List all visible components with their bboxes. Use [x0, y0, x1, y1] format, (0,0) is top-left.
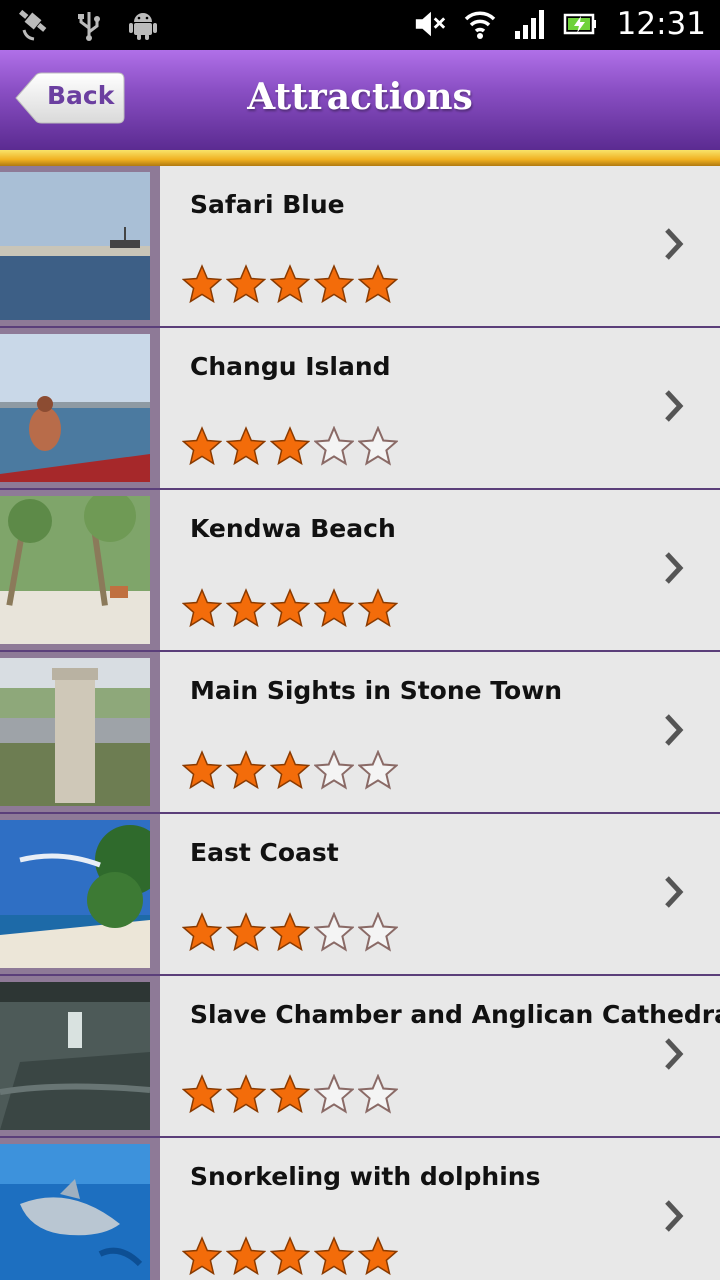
star-filled-icon: [182, 1236, 222, 1276]
list-item[interactable]: Main Sights in Stone Town: [0, 652, 720, 814]
list-item[interactable]: Kendwa Beach: [0, 490, 720, 652]
list-item[interactable]: Changu Island: [0, 328, 720, 490]
list-item[interactable]: East Coast: [0, 814, 720, 976]
star-filled-icon: [314, 1236, 354, 1276]
star-filled-icon: [314, 588, 354, 628]
usb-icon: [72, 8, 106, 42]
star-filled-icon: [270, 1074, 310, 1114]
attraction-name: Main Sights in Stone Town: [190, 676, 563, 705]
attraction-thumbnail: [0, 1144, 150, 1280]
star-filled-icon: [182, 588, 222, 628]
attraction-thumbnail: [0, 496, 150, 644]
star-filled-icon: [182, 750, 222, 790]
thumbnail-frame: [0, 166, 160, 328]
chevron-right-icon: [665, 552, 684, 584]
mute-icon: [413, 7, 447, 41]
star-filled-icon: [226, 588, 266, 628]
chevron-right-icon: [665, 390, 684, 422]
gps-icon: [18, 8, 52, 42]
star-filled-icon: [358, 264, 398, 304]
star-filled-icon: [226, 264, 266, 304]
star-empty-icon: [314, 912, 354, 952]
star-filled-icon: [182, 1074, 222, 1114]
attraction-thumbnail: [0, 658, 150, 806]
star-empty-icon: [358, 1074, 398, 1114]
star-filled-icon: [226, 426, 266, 466]
star-filled-icon: [226, 1236, 266, 1276]
attraction-thumbnail: [0, 172, 150, 320]
star-filled-icon: [226, 750, 266, 790]
star-filled-icon: [358, 588, 398, 628]
star-filled-icon: [270, 1236, 310, 1276]
thumbnail-frame: [0, 490, 160, 652]
rating-stars: [182, 912, 398, 952]
star-filled-icon: [182, 912, 222, 952]
star-filled-icon: [182, 264, 222, 304]
chevron-right-icon: [665, 228, 684, 260]
attraction-name: Slave Chamber and Anglican Cathedral: [190, 1000, 720, 1029]
attraction-thumbnail: [0, 334, 150, 482]
battery-charging-icon: [563, 7, 597, 41]
rating-stars: [182, 750, 398, 790]
list-item[interactable]: Slave Chamber and Anglican Cathedral: [0, 976, 720, 1138]
star-filled-icon: [270, 750, 310, 790]
rating-stars: [182, 1074, 398, 1114]
star-empty-icon: [314, 1074, 354, 1114]
header-accent-strip: [0, 150, 720, 166]
list-item[interactable]: Safari Blue: [0, 166, 720, 328]
rating-stars: [182, 1236, 398, 1276]
rating-stars: [182, 264, 398, 304]
page-title: Attractions: [247, 76, 473, 118]
thumbnail-frame: [0, 814, 160, 976]
attraction-name: Safari Blue: [190, 190, 345, 219]
chevron-right-icon: [665, 876, 684, 908]
star-empty-icon: [358, 750, 398, 790]
attraction-thumbnail: [0, 982, 150, 1130]
thumbnail-frame: [0, 1138, 160, 1280]
list-item[interactable]: Snorkeling with dolphins: [0, 1138, 720, 1280]
thumbnail-frame: [0, 328, 160, 490]
wifi-icon: [463, 7, 497, 41]
attraction-name: Snorkeling with dolphins: [190, 1162, 541, 1191]
rating-stars: [182, 426, 398, 466]
status-bar: 12:31: [0, 0, 720, 50]
star-filled-icon: [270, 264, 310, 304]
star-filled-icon: [182, 426, 222, 466]
android-icon: [126, 8, 160, 42]
attractions-list: Safari Blue Changu Island Kendwa Beach M…: [0, 166, 720, 1280]
attraction-name: East Coast: [190, 838, 339, 867]
star-filled-icon: [270, 588, 310, 628]
rating-stars: [182, 588, 398, 628]
star-empty-icon: [314, 750, 354, 790]
chevron-right-icon: [665, 1038, 684, 1070]
star-filled-icon: [226, 912, 266, 952]
thumbnail-frame: [0, 976, 160, 1138]
signal-icon: [513, 7, 547, 41]
star-empty-icon: [358, 912, 398, 952]
star-filled-icon: [226, 1074, 266, 1114]
star-filled-icon: [270, 426, 310, 466]
star-empty-icon: [314, 426, 354, 466]
attraction-name: Kendwa Beach: [190, 514, 396, 543]
star-filled-icon: [270, 912, 310, 952]
header-bar: Back Attractions: [0, 50, 720, 150]
star-filled-icon: [358, 1236, 398, 1276]
chevron-right-icon: [665, 1200, 684, 1232]
thumbnail-frame: [0, 652, 160, 814]
chevron-right-icon: [665, 714, 684, 746]
attraction-name: Changu Island: [190, 352, 391, 381]
status-time: 12:31: [616, 6, 706, 42]
attraction-thumbnail: [0, 820, 150, 968]
star-filled-icon: [314, 264, 354, 304]
star-empty-icon: [358, 426, 398, 466]
